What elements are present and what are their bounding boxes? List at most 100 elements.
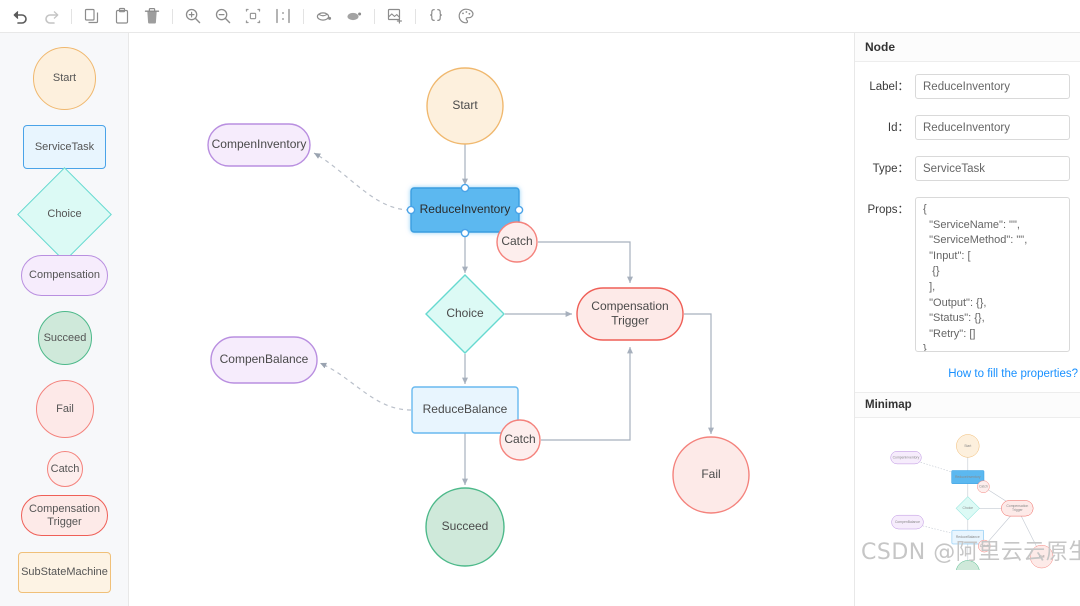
palette-item-label: ServiceTask — [34, 140, 95, 153]
node-property-form[interactable]: Label： Id： Type： Props： — [855, 62, 1080, 352]
node-shape[interactable] — [425, 487, 505, 567]
node-anchor[interactable] — [406, 205, 416, 215]
node-shape[interactable] — [499, 419, 541, 461]
node-label: Catch — [980, 544, 989, 548]
palette-item-compensation[interactable]: Compensation — [21, 255, 108, 296]
form-row-label: Label： — [861, 74, 1070, 99]
edge-CatchBalance-to-CompensationTrigger[interactable] — [541, 347, 633, 441]
node-shape[interactable] — [207, 123, 311, 167]
minimap-title: Minimap — [855, 392, 1080, 418]
node-shape[interactable] — [210, 336, 318, 384]
node-ReduceBalance[interactable]: ReduceBalance — [951, 529, 984, 545]
node-palette[interactable]: Start ServiceTask Choice Compensation Succee… — [0, 33, 129, 606]
actual-size-icon[interactable] — [268, 3, 298, 29]
minimap-nodes: Start CompenInventory ReduceInventory Catch… — [890, 434, 1054, 571]
node-shape[interactable] — [956, 560, 980, 571]
palette-item-substatemachine[interactable]: SubStateMachine — [18, 552, 111, 593]
node-shape[interactable] — [426, 67, 504, 145]
zoom-in-icon[interactable] — [178, 3, 208, 29]
node-CatchInventory[interactable]: Catch — [496, 221, 538, 263]
id-input[interactable] — [915, 115, 1070, 140]
node-Fail[interactable]: Fail — [1029, 544, 1054, 569]
props-textarea[interactable] — [915, 197, 1070, 352]
properties-panel: Node Label： Id： Type： Props： How to fill th… — [854, 33, 1080, 606]
palette-item-label: Catch — [50, 462, 80, 475]
node-layer[interactable]: StartCompenInventoryReduceInventoryCatch… — [207, 67, 750, 567]
label-id: Id： — [887, 122, 909, 134]
flow-canvas[interactable]: Start CompenInventory ReduceInventory Catch… — [129, 33, 854, 606]
palette-item-start[interactable]: Start — [33, 47, 96, 110]
form-row-type: Type： — [861, 156, 1070, 181]
node-Start[interactable]: Start — [956, 434, 980, 458]
node-Succeed[interactable]: Succeed — [956, 560, 980, 571]
edge-CatchInventory-to-CompensationTrigger[interactable] — [538, 241, 633, 283]
node-Choice[interactable]: Choice — [955, 496, 980, 521]
theme-icon[interactable] — [451, 3, 481, 29]
palette-item-label: Fail — [56, 402, 74, 415]
type-input[interactable] — [915, 156, 1070, 181]
node-anchor[interactable] — [514, 205, 524, 215]
node-Fail[interactable]: Fail — [672, 436, 750, 514]
json-icon[interactable] — [421, 3, 451, 29]
toolbar — [0, 0, 1080, 33]
palette-item-choice[interactable]: Choice — [17, 167, 112, 262]
canvas-graph: StartCompenInventoryReduceInventoryCatch… — [207, 67, 750, 567]
edge-ReduceBalance-to-CompenBalance[interactable] — [319, 362, 412, 411]
import-icon[interactable] — [309, 3, 339, 29]
save-image-icon[interactable] — [380, 3, 410, 29]
node-ReduceBalance[interactable]: ReduceBalance — [411, 386, 519, 434]
zoom-out-icon[interactable] — [208, 3, 238, 29]
minimap[interactable]: Start CompenInventory ReduceInventory Catch… — [855, 418, 1080, 570]
node-CatchBalance[interactable]: Catch — [978, 539, 991, 553]
redo-icon[interactable] — [36, 3, 66, 29]
node-shape[interactable] — [496, 221, 538, 263]
node-anchor[interactable] — [460, 183, 470, 193]
palette-item-servicetask[interactable]: ServiceTask — [23, 125, 106, 169]
help-link-row: How to fill the properties? — [855, 364, 1080, 382]
panel-title: Node — [855, 33, 1080, 62]
node-CatchBalance[interactable]: Catch — [499, 419, 541, 461]
palette-item-catch[interactable]: Catch — [47, 451, 83, 487]
how-to-fill-properties-link[interactable]: How to fill the properties? — [948, 368, 1078, 380]
label-props: Props： — [867, 204, 909, 216]
node-ReduceInventory[interactable]: ReduceInventory — [410, 187, 520, 233]
node-shape[interactable] — [410, 187, 520, 233]
node-Succeed[interactable]: Succeed — [425, 487, 505, 567]
node-shape[interactable] — [576, 287, 684, 341]
form-row-id: Id： — [861, 115, 1070, 140]
palette-item-label: Choice — [47, 208, 82, 221]
fit-view-icon[interactable] — [238, 3, 268, 29]
undo-icon[interactable] — [6, 3, 36, 29]
label-label: Label： — [869, 81, 909, 93]
node-CompenBalance[interactable]: CompenBalance — [891, 514, 924, 530]
node-CompenInventory[interactable]: CompenInventory — [890, 451, 922, 465]
node-shape[interactable] — [672, 436, 750, 514]
edge-CompensationTrigger-to-Fail[interactable] — [684, 313, 714, 434]
copy-icon[interactable] — [77, 3, 107, 29]
label-input[interactable] — [915, 74, 1070, 99]
delete-icon[interactable] — [137, 3, 167, 29]
paste-icon[interactable] — [107, 3, 137, 29]
palette-item-fail[interactable]: Fail — [36, 380, 94, 438]
node-ReduceInventory[interactable]: ReduceInventory — [951, 470, 985, 484]
node-label: Fail — [1039, 554, 1045, 558]
node-anchor[interactable] — [460, 228, 470, 238]
node-CatchInventory[interactable]: Catch — [977, 480, 990, 493]
state-machine-designer: Start ServiceTask Choice Compensation Succee… — [0, 0, 1080, 606]
node-CompenInventory[interactable]: CompenInventory — [207, 123, 311, 167]
node-shape[interactable] — [411, 386, 519, 434]
node-CompensationTrigger[interactable]: CompensationTrigger — [576, 287, 684, 341]
palette-item-succeed[interactable]: Succeed — [38, 311, 92, 365]
node-shape[interactable] — [425, 274, 505, 354]
node-CompensationTrigger[interactable]: CompensationTrigger — [1001, 500, 1034, 517]
label-type: Type： — [872, 163, 909, 175]
node-Choice[interactable]: Choice — [425, 274, 505, 354]
export-icon[interactable] — [339, 3, 369, 29]
node-label: Catch — [979, 485, 988, 489]
edge-ReduceInventory-to-CompenInventory[interactable] — [313, 152, 411, 211]
form-row-props: Props： — [861, 197, 1070, 352]
node-Start[interactable]: Start — [426, 67, 504, 145]
node-label: Trigger — [1012, 508, 1023, 512]
node-CompenBalance[interactable]: CompenBalance — [210, 336, 318, 384]
palette-item-compensation-trigger[interactable]: Compensation Trigger — [21, 495, 108, 536]
